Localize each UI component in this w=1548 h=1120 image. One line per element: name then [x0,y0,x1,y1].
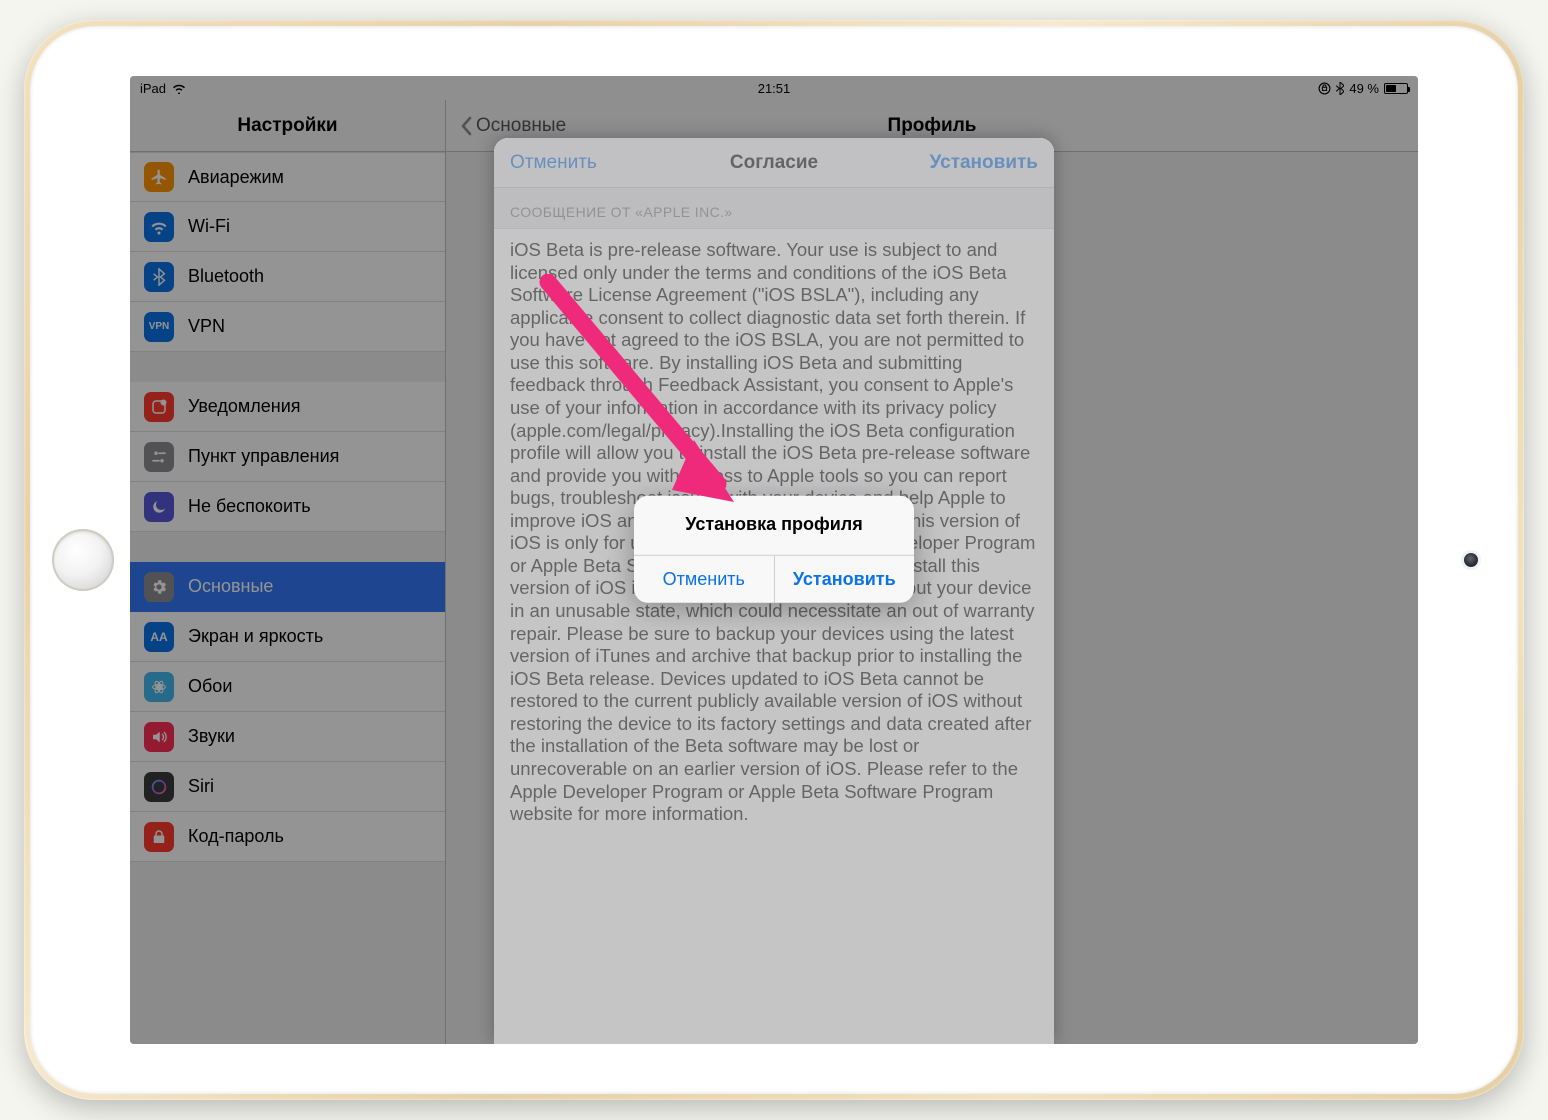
alert-install-button[interactable]: Установить [775,556,915,603]
install-profile-alert: Установка профиля Отменить Установить [634,496,914,603]
alert-title: Установка профиля [634,496,914,555]
screen: iPad 21:51 49 % [130,76,1418,1044]
home-button[interactable] [52,529,114,591]
front-camera [1464,553,1478,567]
ipad-frame: iPad 21:51 49 % [24,20,1524,1100]
alert-cancel-button[interactable]: Отменить [634,556,775,603]
